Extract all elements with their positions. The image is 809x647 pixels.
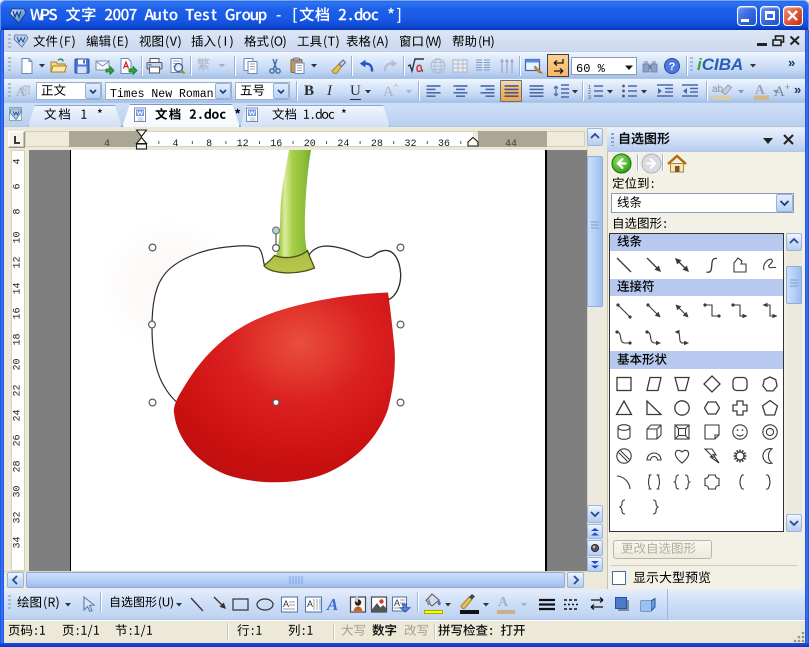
svg-text:ab: ab — [712, 84, 724, 95]
svg-text:A: A — [283, 599, 289, 609]
svg-text:?: ? — [669, 61, 676, 73]
svg-text:A: A — [394, 598, 400, 608]
svg-text:A: A — [755, 82, 765, 97]
svg-text:3: 3 — [588, 95, 591, 99]
svg-text:A: A — [307, 599, 313, 609]
svg-text:A: A — [326, 595, 338, 614]
